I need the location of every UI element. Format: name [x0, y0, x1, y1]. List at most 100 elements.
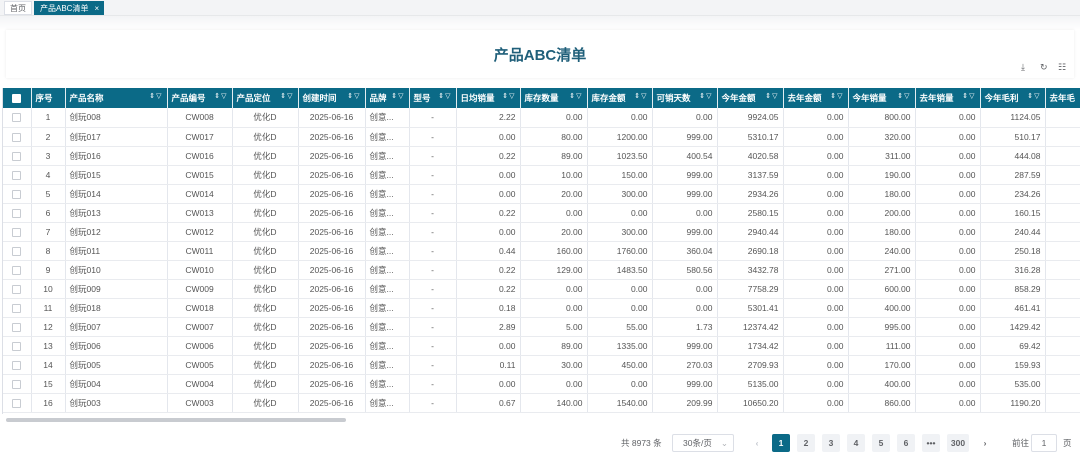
- column-header[interactable]: 型号 ⇕▽: [409, 88, 457, 108]
- page-button[interactable]: 300: [947, 434, 969, 452]
- row-checkbox[interactable]: [12, 208, 22, 218]
- table-row[interactable]: 2 创玩017 CW017 优化D 2025-06-16 创意... -0.00 80.00 1…: [3, 127, 1080, 147]
- page-button[interactable]: 5: [872, 434, 890, 452]
- select-all-header[interactable]: [3, 88, 32, 108]
- row-checkbox[interactable]: [12, 360, 22, 370]
- column-header[interactable]: 产品定位 ⇕▽: [232, 88, 299, 108]
- horizontal-scrollbar[interactable]: [6, 418, 346, 422]
- page-button[interactable]: 2: [797, 434, 815, 452]
- page-button[interactable]: 3: [822, 434, 840, 452]
- filter-icon[interactable]: ▽: [772, 93, 778, 100]
- row-checkbox[interactable]: [12, 246, 22, 256]
- sort-filter-icons[interactable]: ⇕▽: [502, 92, 515, 100]
- more-pages-button[interactable]: •••: [922, 434, 940, 452]
- column-header[interactable]: 去年毛: [1045, 88, 1080, 108]
- table-row[interactable]: 15 创玩004 CW004 优化D 2025-06-16 创意... -0.00 0.00 0…: [3, 374, 1080, 394]
- sort-filter-icons[interactable]: ⇕▽: [830, 92, 843, 100]
- row-checkbox[interactable]: [12, 303, 22, 313]
- table-row[interactable]: 11 创玩018 CW018 优化D 2025-06-16 创意... -0.18 0.00 0…: [3, 298, 1080, 318]
- column-header[interactable]: 库存金额 ⇕▽: [587, 88, 653, 108]
- filter-icon[interactable]: ▽: [837, 93, 843, 100]
- row-checkbox[interactable]: [12, 265, 22, 275]
- column-header[interactable]: 库存数量 ⇕▽: [520, 88, 588, 108]
- table-row[interactable]: 4 创玩015 CW015 优化D 2025-06-16 创意... -0.00 10.00 1…: [3, 165, 1080, 185]
- column-header[interactable]: 去年销量 ⇕▽: [915, 88, 981, 108]
- close-icon[interactable]: ×: [94, 4, 99, 13]
- tab-product-abc[interactable]: 产品ABC清单 ×: [34, 1, 105, 15]
- sort-filter-icons[interactable]: ⇕▽: [569, 92, 582, 100]
- row-checkbox[interactable]: [12, 189, 22, 199]
- table-row[interactable]: 9 创玩010 CW010 优化D 2025-06-16 创意... -0.22 129.00…: [3, 260, 1080, 280]
- goto-page-input[interactable]: 1: [1031, 434, 1057, 452]
- column-header[interactable]: 今年毛利 ⇕▽: [980, 88, 1046, 108]
- column-header[interactable]: 品牌 ⇕▽: [365, 88, 410, 108]
- next-page-button[interactable]: ›: [976, 434, 994, 452]
- table-row[interactable]: 7 创玩012 CW012 优化D 2025-06-16 创意... -0.00 20.00 3…: [3, 222, 1080, 242]
- filter-icon[interactable]: ▽: [156, 93, 162, 100]
- sort-filter-icons[interactable]: ⇕▽: [280, 92, 293, 100]
- table-row[interactable]: 5 创玩014 CW014 优化D 2025-06-16 创意... -0.00 20.00 3…: [3, 184, 1080, 204]
- columns-icon[interactable]: ☷: [1058, 62, 1066, 73]
- row-checkbox[interactable]: [12, 113, 22, 123]
- filter-icon[interactable]: ▽: [641, 93, 647, 100]
- column-header[interactable]: 产品名称 ⇕▽: [65, 88, 168, 108]
- filter-icon[interactable]: ▽: [706, 93, 712, 100]
- table-row[interactable]: 1 创玩008 CW008 优化D 2025-06-16 创意... -2.22 0.00 0.…: [3, 108, 1080, 128]
- sort-filter-icons[interactable]: ⇕▽: [765, 92, 778, 100]
- sort-filter-icons[interactable]: ⇕▽: [149, 92, 162, 100]
- page-size-select[interactable]: 30条/页 ⌄: [672, 434, 734, 452]
- row-checkbox[interactable]: [12, 322, 22, 332]
- filter-icon[interactable]: ▽: [1034, 93, 1040, 100]
- sort-filter-icons[interactable]: ⇕▽: [962, 92, 975, 100]
- table-row[interactable]: 6 创玩013 CW013 优化D 2025-06-16 创意... -0.22 0.00 0.…: [3, 203, 1080, 223]
- row-checkbox[interactable]: [12, 132, 22, 142]
- tab-home[interactable]: 首页: [4, 1, 32, 15]
- table-row[interactable]: 13 创玩006 CW006 优化D 2025-06-16 创意... -0.00 89.00…: [3, 336, 1080, 356]
- sort-filter-icons[interactable]: ⇕▽: [1027, 92, 1040, 100]
- filter-icon[interactable]: ▽: [354, 93, 360, 100]
- sort-filter-icons[interactable]: ⇕▽: [391, 92, 404, 100]
- row-checkbox[interactable]: [12, 170, 22, 180]
- row-checkbox[interactable]: [12, 284, 22, 294]
- select-all-checkbox[interactable]: [12, 94, 22, 104]
- sort-filter-icons[interactable]: ⇕▽: [347, 92, 360, 100]
- filter-icon[interactable]: ▽: [398, 93, 404, 100]
- row-checkbox[interactable]: [12, 227, 22, 237]
- filter-icon[interactable]: ▽: [969, 93, 975, 100]
- column-header[interactable]: 产品编号 ⇕▽: [167, 88, 233, 108]
- row-checkbox[interactable]: [12, 379, 22, 389]
- filter-icon[interactable]: ▽: [287, 93, 293, 100]
- table-row[interactable]: 16 创玩003 CW003 优化D 2025-06-16 创意... -0.67 140.0…: [3, 393, 1080, 413]
- row-checkbox[interactable]: [12, 151, 22, 161]
- table-row[interactable]: 12 创玩007 CW007 优化D 2025-06-16 创意... -2.89 5.00 5…: [3, 317, 1080, 337]
- prev-page-button[interactable]: ‹: [748, 434, 766, 452]
- filter-icon[interactable]: ▽: [904, 93, 910, 100]
- table-row[interactable]: 10 创玩009 CW009 优化D 2025-06-16 创意... -0.22 0.00 0…: [3, 279, 1080, 299]
- filter-icon[interactable]: ▽: [221, 93, 227, 100]
- column-header[interactable]: 去年金额 ⇕▽: [783, 88, 849, 108]
- filter-icon[interactable]: ▽: [509, 93, 515, 100]
- page-button[interactable]: 4: [847, 434, 865, 452]
- sort-filter-icons[interactable]: ⇕▽: [438, 92, 451, 100]
- row-checkbox[interactable]: [12, 398, 22, 408]
- column-header[interactable]: 序号: [31, 88, 66, 108]
- column-header[interactable]: 今年金额 ⇕▽: [717, 88, 784, 108]
- column-header[interactable]: 创建时间 ⇕▽: [298, 88, 366, 108]
- table-row[interactable]: 8 创玩011 CW011 优化D 2025-06-16 创意... -0.44 160.00…: [3, 241, 1080, 261]
- download-icon[interactable]: ⤓: [1021, 62, 1025, 73]
- filter-icon[interactable]: ▽: [445, 93, 451, 100]
- column-header[interactable]: 今年销量 ⇕▽: [848, 88, 916, 108]
- column-header[interactable]: 日均销量 ⇕▽: [456, 88, 521, 108]
- filter-icon[interactable]: ▽: [576, 93, 582, 100]
- page-button[interactable]: 6: [897, 434, 915, 452]
- row-checkbox[interactable]: [12, 341, 22, 351]
- sort-filter-icons[interactable]: ⇕▽: [699, 92, 712, 100]
- page-button[interactable]: 1: [772, 434, 790, 452]
- column-header[interactable]: 可销天数 ⇕▽: [652, 88, 718, 108]
- table-row[interactable]: 3 创玩016 CW016 优化D 2025-06-16 创意... -0.22 89.00 1…: [3, 146, 1080, 166]
- refresh-icon[interactable]: ↻: [1040, 62, 1048, 73]
- sort-filter-icons[interactable]: ⇕▽: [214, 92, 227, 100]
- table-row[interactable]: 14 创玩005 CW005 优化D 2025-06-16 创意... -0.11 30.00…: [3, 355, 1080, 375]
- sort-filter-icons[interactable]: ⇕▽: [897, 92, 910, 100]
- sort-filter-icons[interactable]: ⇕▽: [634, 92, 647, 100]
